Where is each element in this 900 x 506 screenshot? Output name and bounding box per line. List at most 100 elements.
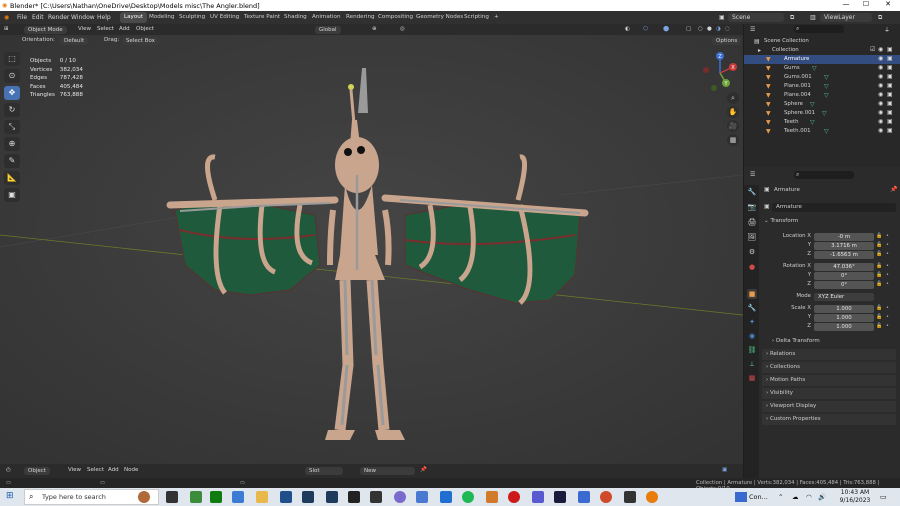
select-menu[interactable]: Select [97,26,114,32]
view-layer-options-icon[interactable]: ⧉ [878,14,882,22]
tab-uv-editing[interactable]: UV Editing [206,12,243,23]
wifi-icon[interactable]: ◠ [806,493,812,501]
render-tab-icon[interactable]: 📷 [747,202,757,212]
eye-icon[interactable]: ◉ [878,127,883,134]
edge-icon[interactable] [232,491,244,503]
proportional-edit-icon[interactable]: ◎ [400,26,405,32]
eye-icon[interactable]: ◉ [878,46,883,53]
store-icon[interactable] [280,491,292,503]
camera-icon[interactable]: ▣ [887,118,893,125]
minecraft-icon[interactable] [190,491,202,503]
keyframe-dot-icon[interactable]: • [886,314,889,320]
scale-tool-icon[interactable]: ⤡ [4,120,20,134]
object-tab-icon[interactable]: ■ [747,289,757,299]
opera-icon[interactable] [508,491,520,503]
perspective-grid-icon[interactable]: ▦ [727,134,739,146]
lock-icon[interactable]: 🔓 [876,323,882,329]
3d-viewport[interactable] [0,35,743,464]
volume-icon[interactable]: 🔊 [818,493,826,501]
lock-icon[interactable]: 🔓 [876,242,882,248]
scene-options-icon[interactable]: ⧉ [790,14,794,22]
camera-icon[interactable]: ▣ [887,55,893,62]
editor-type-icon[interactable]: ⊞ [4,26,9,32]
tab-scripting[interactable]: Scripting [460,12,493,23]
physics-tab-icon[interactable]: ◉ [747,331,757,341]
move-tool-icon[interactable]: ✥ [4,86,20,100]
sidebar-toggle-icon[interactable]: ▣ [722,467,727,473]
eye-icon[interactable]: ◉ [878,91,883,98]
windows-start-icon[interactable]: ⊞ [6,491,14,501]
outliner-row[interactable]: ▼ Sphere ▽ ◉ ▣ [744,100,900,109]
app4-icon[interactable] [624,491,636,503]
footer-select-menu[interactable]: Select [87,467,104,473]
object-mode-selector[interactable]: Object [24,467,50,475]
output-tab-icon[interactable]: 🖨 [747,217,757,227]
select-box-tool-icon[interactable]: ⬚ [4,52,20,66]
scale-x-field[interactable]: 1.000 [814,305,874,313]
particles-tab-icon[interactable]: ✦ [747,317,757,327]
steam-app-icon[interactable] [554,491,566,503]
mode-selector[interactable]: Object Mode [24,26,67,34]
notification-icon[interactable]: ▭ [880,493,887,501]
world-tab-icon[interactable]: ● [747,262,757,272]
properties-search-input[interactable] [794,171,854,179]
menu-edit[interactable]: Edit [32,14,44,21]
visibility-section[interactable]: › Visibility [762,388,896,399]
slot-selector[interactable]: Slot [305,467,343,475]
footer-view-menu[interactable]: View [68,467,81,473]
lock-icon[interactable]: 🔓 [876,233,882,239]
steam-icon[interactable] [348,491,360,503]
tab-animation[interactable]: Animation [308,12,345,23]
viewport-display-section[interactable]: › Viewport Display [762,401,896,412]
camera-icon[interactable]: ▣ [887,109,893,116]
menu-file[interactable]: File [17,14,27,21]
shading-material-icon[interactable]: ◑ [716,26,721,32]
file-explorer-icon[interactable] [256,491,268,503]
add-menu[interactable]: Add [119,26,130,32]
delta-transform-section[interactable]: › Delta Transform [772,338,820,344]
shading-rendered-icon[interactable]: ◌ [725,26,730,32]
options-button[interactable]: Options [712,37,742,45]
zoom-icon[interactable]: ⌕ [727,92,739,104]
data-tab-icon[interactable]: ⟂ [747,359,757,369]
keyframe-dot-icon[interactable]: • [886,323,889,329]
checkbox-icon[interactable]: ☑ [870,46,875,53]
snap-icon[interactable]: ⊕ [372,26,377,32]
custom-properties-section[interactable]: › Custom Properties [762,414,896,425]
new-material-button[interactable]: New [360,467,415,475]
lock-icon[interactable]: 🔓 [876,263,882,269]
camera-icon[interactable]: ▣ [887,127,893,134]
keyframe-dot-icon[interactable]: • [886,263,889,269]
tab-geometry-nodes[interactable]: Geometry Nodes [412,12,467,23]
outliner-row[interactable]: ▼ Armature ◉ ▣ [744,55,900,64]
eye-icon[interactable]: ◉ [878,82,883,89]
eye-icon[interactable]: ◉ [878,73,883,80]
tray-chevron-icon[interactable]: ⌃ [778,493,783,501]
visibility-icon[interactable]: ◐ [625,26,630,32]
view-layer-selector[interactable]: ViewLayer [820,13,872,22]
drag-selector[interactable]: Select Box [122,37,159,45]
blender-taskbar-icon[interactable] [646,491,658,503]
tab-shading[interactable]: Shading [280,12,311,23]
cursor-tool-icon[interactable]: ⊙ [4,69,20,83]
overlay-toggle-icon[interactable]: ⬤ [663,26,669,32]
editor-type-icon[interactable]: ◴ [6,467,11,473]
gizmo-toggle-icon[interactable]: ⬡ [643,26,648,32]
view-menu[interactable]: View [78,26,91,32]
transform-section-header[interactable]: ⌄ Transform [764,218,798,224]
discord-icon[interactable] [394,491,406,503]
location-y-field[interactable]: 3.1716 m [814,242,874,250]
keyframe-dot-icon[interactable]: • [886,281,889,287]
lock-icon[interactable]: 🔓 [876,314,882,320]
camera-icon[interactable]: ▣ [887,82,893,89]
keyframe-dot-icon[interactable]: • [886,272,889,278]
tab-sculpting[interactable]: Sculpting [175,12,209,23]
rotation-y-field[interactable]: 0° [814,272,874,280]
camera-icon[interactable]: ▣ [887,64,893,71]
tab-modeling[interactable]: Modeling [145,12,178,23]
rotate-tool-icon[interactable]: ↻ [4,103,20,117]
outliner-search-input[interactable] [794,25,844,33]
outliner-editor-icon[interactable]: ☰ [750,26,755,33]
game-icon[interactable] [486,491,498,503]
relations-section[interactable]: › Relations [762,349,896,360]
